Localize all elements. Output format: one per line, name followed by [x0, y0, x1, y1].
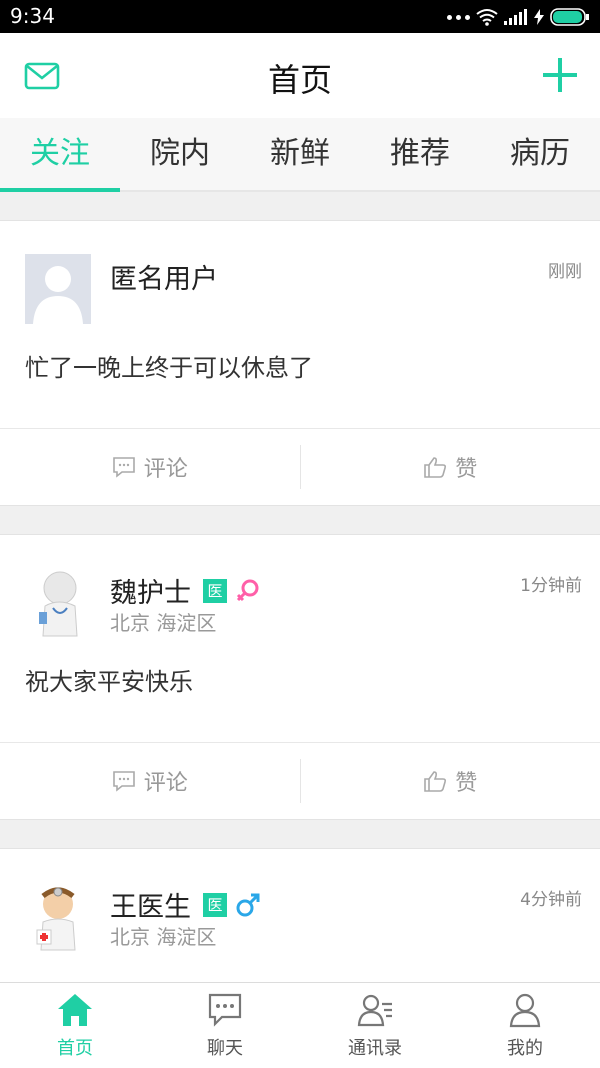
comment-icon — [112, 456, 136, 478]
thumbs-up-icon — [423, 456, 447, 478]
page-title: 首页 — [0, 55, 600, 101]
like-button[interactable]: 赞 — [300, 445, 600, 489]
post-actions: 评论 赞 — [0, 742, 600, 819]
tab-fresh[interactable]: 新鲜 — [240, 118, 360, 190]
post-location: 北京 海淀区 — [110, 607, 216, 636]
tab-records[interactable]: 病历 — [480, 118, 600, 190]
contacts-icon — [356, 992, 394, 1028]
post-content[interactable]: 祝大家平安快乐 — [25, 662, 193, 697]
post-content[interactable]: 忙了一晚上终于可以休息了 — [25, 348, 313, 383]
tab-follow[interactable]: 关注 — [0, 118, 120, 190]
avatar[interactable] — [25, 254, 91, 324]
tab-recommend[interactable]: 推荐 — [360, 118, 480, 190]
post-card[interactable]: 匿名用户 刚刚 忙了一晚上终于可以休息了 评论 赞 — [0, 220, 600, 506]
male-icon — [235, 892, 261, 918]
wifi-icon — [476, 8, 498, 26]
avatar[interactable] — [25, 882, 91, 952]
charging-icon — [534, 9, 544, 25]
post-author-name[interactable]: 魏护士 医 — [110, 571, 261, 610]
nav-chat[interactable]: 聊天 — [150, 983, 300, 1068]
comment-button[interactable]: 评论 — [0, 759, 300, 803]
thumbs-up-icon — [423, 770, 447, 792]
nav-profile[interactable]: 我的 — [450, 983, 600, 1068]
more-dots-icon — [447, 15, 470, 20]
chat-icon — [206, 992, 244, 1028]
post-time: 刚刚 — [548, 257, 582, 282]
nav-home[interactable]: 首页 — [0, 983, 150, 1068]
like-button[interactable]: 赞 — [300, 759, 600, 803]
nav-contacts[interactable]: 通讯录 — [300, 983, 450, 1068]
signal-icon — [504, 9, 528, 25]
comment-button[interactable]: 评论 — [0, 445, 300, 489]
comment-icon — [112, 770, 136, 792]
post-location: 北京 海淀区 — [110, 921, 216, 950]
doctor-badge: 医 — [203, 893, 227, 917]
status-bar: 9:34 — [0, 0, 600, 33]
feed-tabs: 关注 院内 新鲜 推荐 病历 — [0, 118, 600, 192]
doctor-badge: 医 — [203, 579, 227, 603]
profile-icon — [506, 992, 544, 1028]
home-icon — [56, 992, 94, 1028]
female-icon — [235, 578, 261, 604]
feed-list: 匿名用户 刚刚 忙了一晚上终于可以休息了 评论 赞 魏护士 医 北京 海淀区 1… — [0, 220, 600, 990]
post-author-name[interactable]: 王医生 医 — [110, 885, 261, 924]
post-author-name[interactable]: 匿名用户 — [110, 257, 218, 296]
tab-hospital[interactable]: 院内 — [120, 118, 240, 190]
post-card[interactable]: 魏护士 医 北京 海淀区 1分钟前 祝大家平安快乐 评论 赞 — [0, 534, 600, 820]
app-header: 首页 — [0, 33, 600, 118]
post-time: 4分钟前 — [520, 885, 582, 910]
plus-icon[interactable] — [542, 57, 578, 93]
bottom-nav: 首页 聊天 通讯录 我的 — [0, 982, 600, 1068]
status-icons — [447, 6, 590, 28]
post-time: 1分钟前 — [520, 571, 582, 596]
post-actions: 评论 赞 — [0, 428, 600, 505]
post-card[interactable]: 王医生 医 北京 海淀区 4分钟前 — [0, 848, 600, 990]
avatar[interactable] — [25, 568, 91, 638]
battery-icon — [550, 8, 590, 26]
status-time: 9:34 — [10, 4, 55, 28]
